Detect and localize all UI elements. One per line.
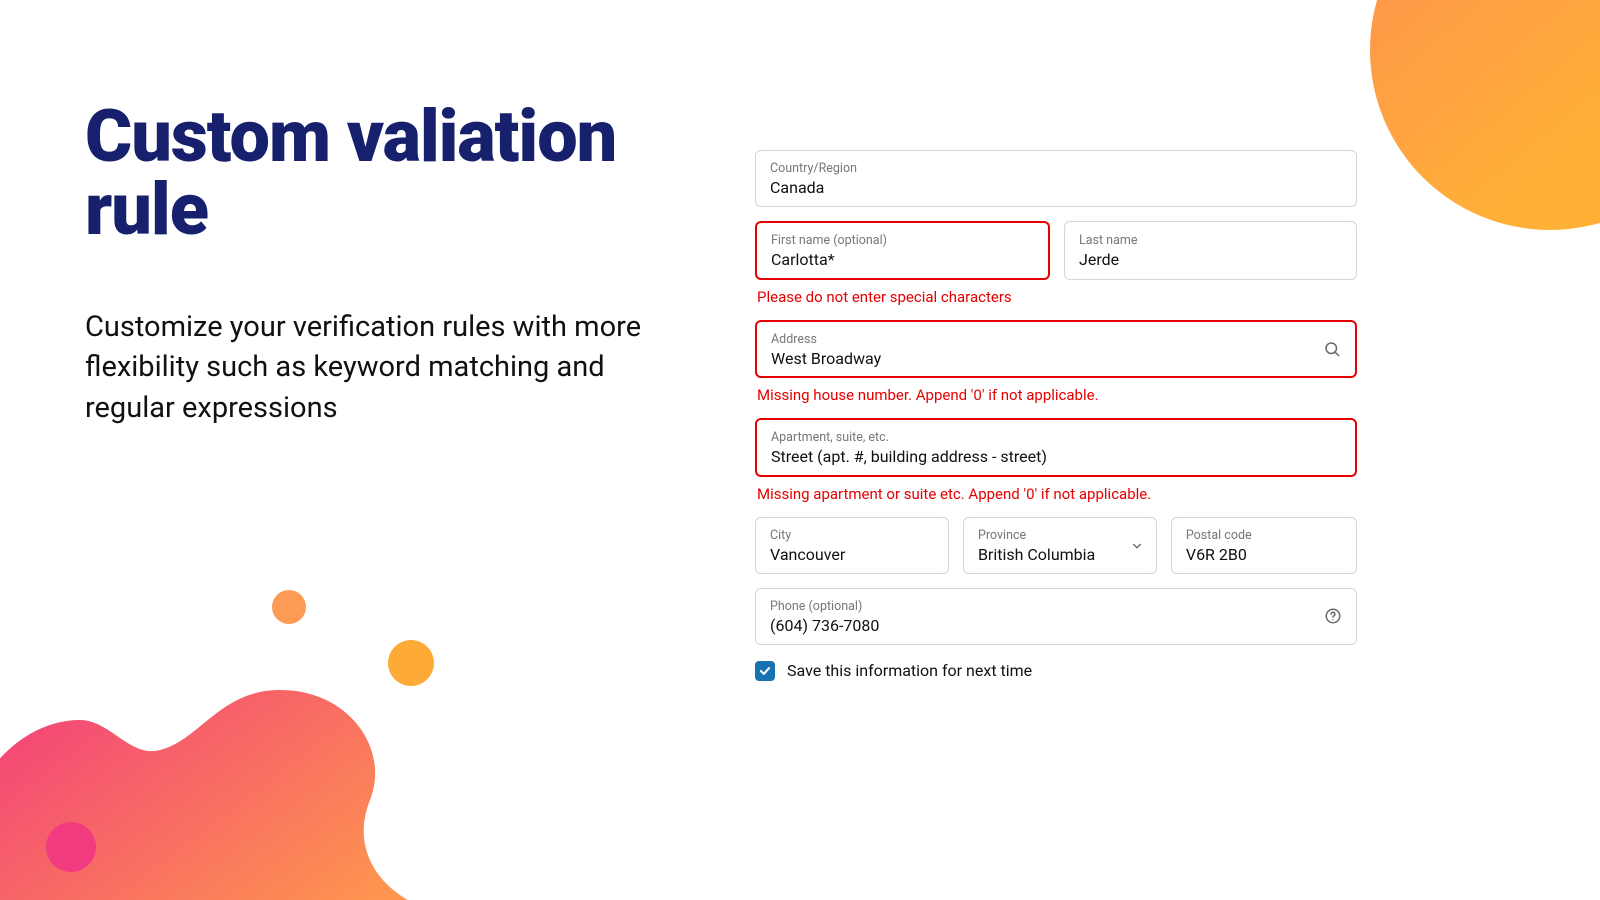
country-field[interactable]: Country/Region Canada: [755, 150, 1357, 207]
address-error: Missing house number. Append '0' if not …: [757, 386, 1355, 404]
phone-value: (604) 736-7080: [770, 616, 1342, 637]
first-name-value: Carlotta*: [771, 250, 1034, 271]
postal-code-field[interactable]: Postal code V6R 2B0: [1171, 517, 1357, 574]
apartment-label: Apartment, suite, etc.: [771, 430, 1341, 445]
last-name-label: Last name: [1079, 233, 1342, 248]
apartment-value: Street (apt. #, building address - stree…: [771, 447, 1341, 468]
decorative-dot-orange-small: [272, 590, 306, 624]
save-info-checkbox[interactable]: [755, 661, 775, 681]
first-name-label: First name (optional): [771, 233, 1034, 248]
phone-field[interactable]: Phone (optional) (604) 736-7080: [755, 588, 1357, 645]
last-name-value: Jerde: [1079, 250, 1342, 271]
shipping-form: Country/Region Canada First name (option…: [755, 150, 1357, 681]
address-label: Address: [771, 332, 1341, 347]
country-label: Country/Region: [770, 161, 1342, 176]
save-info-label: Save this information for next time: [787, 661, 1032, 680]
chevron-down-icon: [1130, 539, 1144, 553]
last-name-field[interactable]: Last name Jerde: [1064, 221, 1357, 280]
first-name-field[interactable]: First name (optional) Carlotta*: [755, 221, 1050, 280]
help-icon[interactable]: [1324, 607, 1342, 625]
address-field[interactable]: Address West Broadway: [755, 320, 1357, 379]
province-value: British Columbia: [978, 545, 1142, 566]
city-field[interactable]: City Vancouver: [755, 517, 949, 574]
province-field[interactable]: Province British Columbia: [963, 517, 1157, 574]
apartment-error: Missing apartment or suite etc. Append '…: [757, 485, 1355, 503]
apartment-field[interactable]: Apartment, suite, etc. Street (apt. #, b…: [755, 418, 1357, 477]
city-value: Vancouver: [770, 545, 934, 566]
city-label: City: [770, 528, 934, 543]
postal-code-value: V6R 2B0: [1186, 545, 1342, 566]
first-name-error: Please do not enter special characters: [757, 288, 1355, 306]
decorative-dot-orange-medium: [388, 640, 434, 686]
decorative-blob-top-right: [1370, 0, 1600, 230]
postal-code-label: Postal code: [1186, 528, 1342, 543]
decorative-dot-pink: [46, 822, 96, 872]
page-subtitle: Customize your verification rules with m…: [85, 307, 685, 429]
country-value: Canada: [770, 178, 1342, 199]
address-value: West Broadway: [771, 349, 1341, 370]
phone-label: Phone (optional): [770, 599, 1342, 614]
page-title: Custom valiation rule: [85, 100, 685, 247]
province-label: Province: [978, 528, 1142, 543]
search-icon: [1323, 340, 1341, 358]
